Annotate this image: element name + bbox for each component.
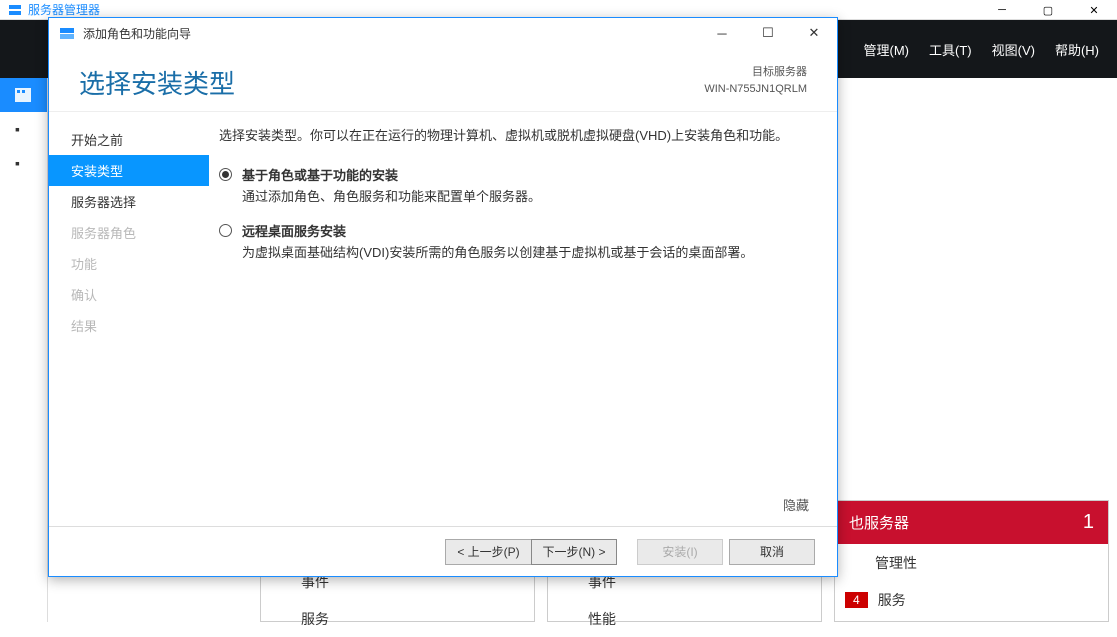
add-roles-wizard: 添加角色和功能向导 ─ ☐ ✕ 选择安装类型 目标服务器 WIN-N755JN1… [48,17,838,577]
panel3-row-manage[interactable]: 管理性 [835,544,1108,581]
left-nav-all[interactable]: ▪ [0,146,47,180]
parent-close-button[interactable]: ✕ [1071,0,1117,20]
target-server-name: WIN-N755JN1QRLM [704,81,807,98]
panel3-badge: 4 [845,592,868,608]
panel3-row-services[interactable]: 4 服务 [835,581,1108,618]
radio-role-based[interactable]: 基于角色或基于功能的安装 通过添加角色、角色服务和功能来配置单个服务器。 [219,165,813,205]
radio-button-icon [219,168,232,181]
wizard-content: 选择安装类型。你可以在正在运行的物理计算机、虚拟机或脱机虚拟硬盘(VHD)上安装… [209,112,837,526]
nav-confirm: 确认 [49,279,209,310]
panel3-title[interactable]: 也服务器 1 [835,501,1108,544]
menu-tools[interactable]: 工具(T) [919,20,982,78]
dashboard-panel-3: 也服务器 1 管理性 4 服务 [834,500,1109,622]
parent-window-title: 服务器管理器 [28,1,100,18]
nav-server-selection[interactable]: 服务器选择 [49,186,209,217]
radio2-label: 远程桌面服务安装 [242,221,753,240]
nav-install-type[interactable]: 安装类型 [49,155,209,186]
target-label: 目标服务器 [704,64,807,81]
menu-view[interactable]: 视图(V) [982,20,1045,78]
wizard-nav: 开始之前 安装类型 服务器选择 服务器角色 功能 确认 结果 [49,112,209,526]
nav-before-begin[interactable]: 开始之前 [49,124,209,155]
wizard-footer: < 上一步(P) 下一步(N) > 安装(I) 取消 [49,526,837,576]
next-button[interactable]: 下一步(N) > [531,539,617,565]
radio-button-icon [219,224,232,237]
wizard-title-text: 添加角色和功能向导 [83,25,191,42]
nav-features: 功能 [49,248,209,279]
wizard-close-button[interactable]: ✕ [791,18,837,48]
wizard-target-info: 目标服务器 WIN-N755JN1QRLM [704,64,807,97]
left-nav-dashboard[interactable] [0,78,47,112]
parent-minimize-button[interactable]: ─ [979,0,1025,20]
radio1-desc: 通过添加角色、角色服务和功能来配置单个服务器。 [242,186,541,205]
wizard-minimize-button[interactable]: ─ [699,18,745,48]
nav-results: 结果 [49,310,209,341]
panel3-title-text: 也服务器 [849,512,909,533]
left-nav-strip: ▪ ▪ [0,78,48,622]
cancel-button[interactable]: 取消 [729,539,815,565]
radio-remote-desktop[interactable]: 远程桌面服务安装 为虚拟桌面基础结构(VDI)安装所需的角色服务以创建基于虚拟机… [219,221,813,261]
wizard-icon [59,25,75,41]
panel3-count: 1 [1083,511,1094,534]
menu-manage[interactable]: 管理(M) [854,20,920,78]
wizard-header: 选择安装类型 目标服务器 WIN-N755JN1QRLM [49,48,837,112]
radio1-label: 基于角色或基于功能的安装 [242,165,541,184]
panel1-row-services[interactable]: 服务 [261,600,534,637]
wizard-intro-text: 选择安装类型。你可以在正在运行的物理计算机、虚拟机或脱机虚拟硬盘(VHD)上安装… [219,126,813,147]
previous-button[interactable]: < 上一步(P) [445,539,531,565]
parent-window-controls: ─ ▢ ✕ [979,0,1117,20]
hide-link[interactable]: 隐藏 [783,495,809,514]
left-nav-local[interactable]: ▪ [0,112,47,146]
wizard-maximize-button[interactable]: ☐ [745,18,791,48]
install-button: 安装(I) [637,539,723,565]
server-manager-icon [8,3,22,17]
panel2-row-performance[interactable]: 性能 [548,600,821,637]
nav-server-roles: 服务器角色 [49,217,209,248]
radio2-desc: 为虚拟桌面基础结构(VDI)安装所需的角色服务以创建基于虚拟机或基于会话的桌面部… [242,242,753,261]
wizard-titlebar[interactable]: 添加角色和功能向导 ─ ☐ ✕ [49,18,837,48]
parent-maximize-button[interactable]: ▢ [1025,0,1071,20]
wizard-page-title: 选择安装类型 [79,64,235,101]
menu-help[interactable]: 帮助(H) [1045,20,1109,78]
panel3-row2-label: 服务 [878,590,906,610]
